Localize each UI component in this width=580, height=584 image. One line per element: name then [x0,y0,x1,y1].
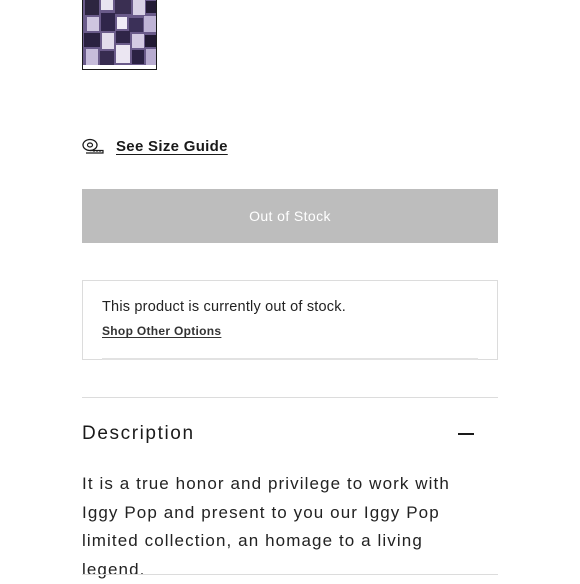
minus-icon[interactable] [458,426,474,442]
notice-divider [102,358,478,360]
section-divider-bottom [82,574,498,575]
stock-notice-message: This product is currently out of stock. [102,299,346,315]
tape-measure-icon [82,138,104,154]
shop-other-options-link[interactable]: Shop Other Options [102,324,221,338]
out-of-stock-button[interactable]: Out of Stock [82,189,498,243]
section-divider-top [82,397,498,398]
size-guide-label: See Size Guide [116,137,228,155]
description-accordion-header[interactable]: Description [82,412,498,456]
description-body: It is a true honor and privilege to work… [82,474,450,579]
size-guide-link[interactable]: See Size Guide [82,135,228,157]
collage-print-image [83,0,156,69]
product-thumbnail[interactable] [82,0,157,70]
stock-notice-box: This product is currently out of stock. … [82,280,498,360]
description-title: Description [82,423,195,444]
